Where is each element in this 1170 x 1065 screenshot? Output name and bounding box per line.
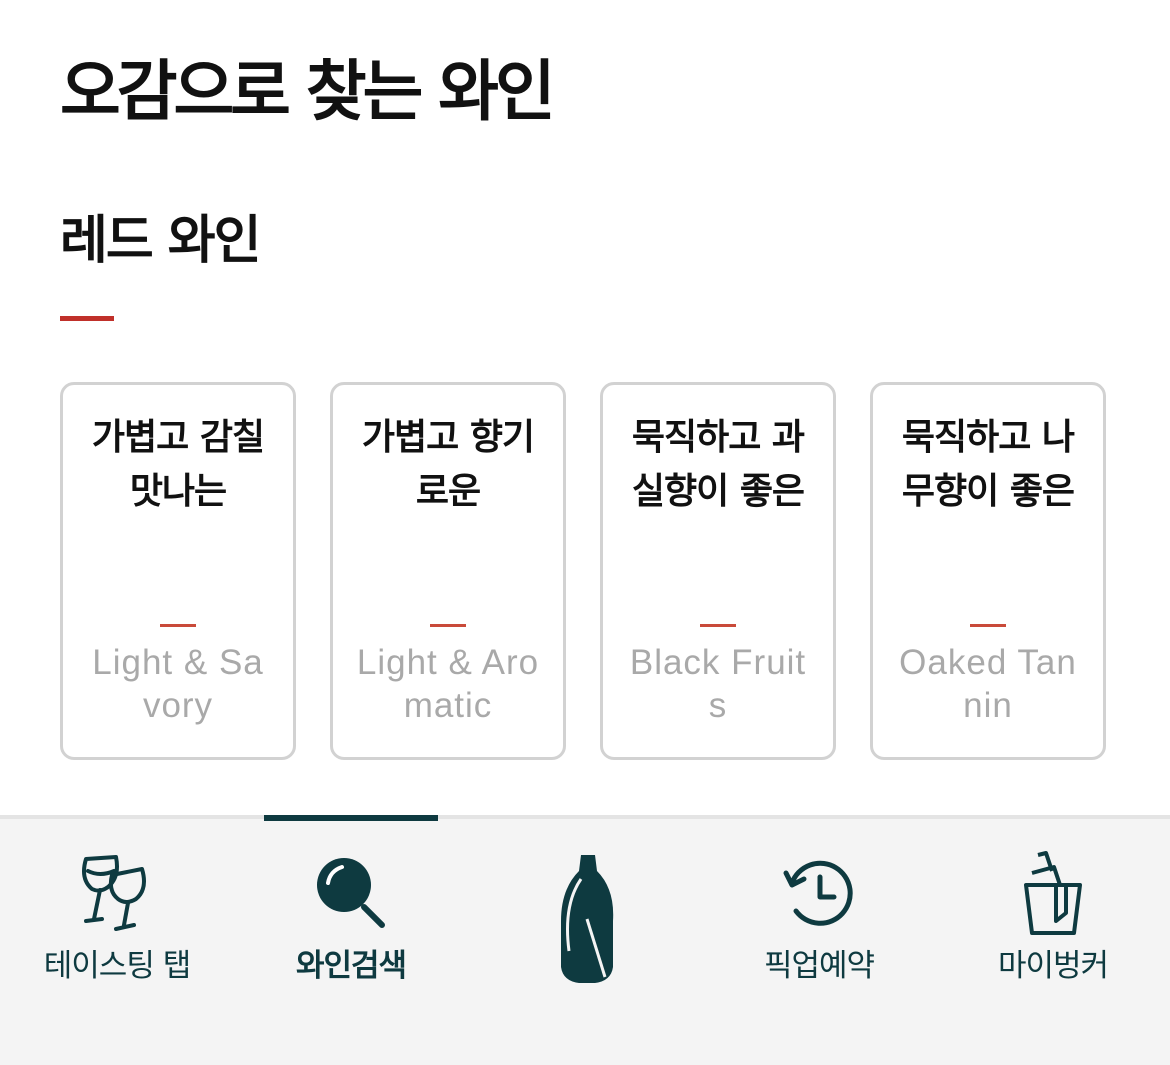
card-english-label: Light & Aromatic [356,643,540,725]
nav-pickup-reservation[interactable]: 픽업예약 [702,819,936,1019]
nav-tasting-tab[interactable]: 테이스팅 탭 [0,819,234,1019]
card-divider [970,624,1006,627]
nav-home-logo[interactable] [468,819,702,1019]
nav-label: 픽업예약 [763,948,875,984]
wine-glasses-icon [82,855,146,931]
card-english-label: Black Fruits [629,643,807,725]
page-title: 오감으로 찾는 와인 [60,53,556,130]
nav-label: 마이벙커 [997,948,1109,984]
section-title-underline [60,316,114,321]
taste-card-light-aromatic[interactable]: 가볍고 향기로운 Light & Aromatic [330,382,566,760]
wine-bottle-logo-icon [561,855,614,983]
history-clock-icon [783,860,853,926]
card-korean-label: 묵직하고 나무향이 좋은 [901,417,1075,512]
card-english-label: Light & Savory [92,643,264,725]
search-icon [317,858,385,928]
taste-card-oaked-tannin[interactable]: 묵직하고 나무향이 좋은 Oaked Tannin [870,382,1106,760]
card-divider [430,624,466,627]
taste-card-light-savory[interactable]: 가볍고 감칠맛나는 Light & Savory [60,382,296,760]
taste-card-black-fruits[interactable]: 묵직하고 과실향이 좋은 Black Fruits [600,382,836,760]
nav-my-bunker[interactable]: 마이벙커 [936,819,1170,1019]
nav-label: 테이스팅 탭 [43,948,191,984]
card-korean-label: 가볍고 향기로운 [361,417,535,512]
card-korean-label: 묵직하고 과실향이 좋은 [631,417,805,512]
ice-bucket-icon [1024,851,1082,935]
card-divider [700,624,736,627]
nav-wine-search[interactable]: 와인검색 [234,819,468,1019]
nav-label: 와인검색 [295,948,407,984]
card-korean-label: 가볍고 감칠맛나는 [91,417,265,512]
bottom-navigation-bar: 테이스팅 탭 와인검색 픽업예약 마이벙커 [0,815,1170,1065]
card-divider [160,624,196,627]
section-title: 레드 와인 [60,211,261,271]
card-english-label: Oaked Tannin [899,643,1077,725]
